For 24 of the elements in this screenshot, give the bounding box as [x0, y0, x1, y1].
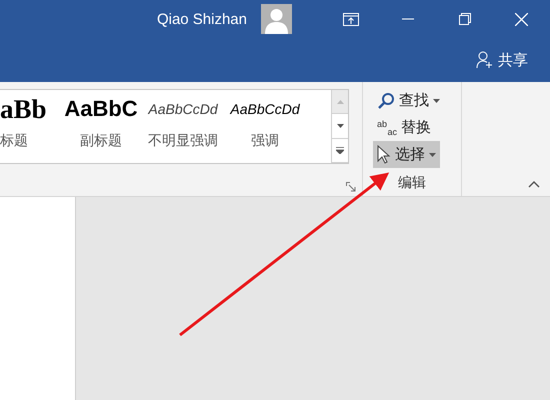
select-button[interactable]: 选择	[373, 141, 440, 168]
user-name[interactable]: Qiao Shizhan	[156, 10, 247, 28]
expand-icon	[336, 146, 344, 154]
up-arrow-icon	[336, 100, 344, 104]
search-icon	[377, 92, 395, 110]
share-button[interactable]: 共享	[476, 50, 528, 70]
style-item[interactable]: AaBbCcDd 强调	[224, 90, 306, 163]
replace-icon-text: ac	[387, 128, 397, 136]
collapse-ribbon-icon[interactable]	[528, 180, 540, 188]
style-item[interactable]: AaBbCcDd 不明显强调	[142, 90, 224, 163]
restore-icon	[458, 13, 470, 25]
dialog-launcher-icon[interactable]	[346, 182, 356, 192]
window-arrow-icon	[342, 12, 358, 26]
cursor-icon	[377, 145, 391, 164]
add-person-icon	[476, 51, 494, 69]
style-item[interactable]: AaBbC 副标题	[60, 90, 142, 163]
close-icon	[515, 12, 528, 26]
down-arrow-icon	[336, 124, 344, 128]
replace-button[interactable]: ab ac 替换	[373, 114, 435, 141]
minimize-icon	[402, 18, 414, 20]
group-label: 编辑	[398, 174, 427, 192]
replace-icon-text: ab	[377, 120, 388, 128]
find-button[interactable]: 查找	[373, 87, 444, 114]
style-item[interactable]: aBb 标题	[0, 90, 60, 163]
